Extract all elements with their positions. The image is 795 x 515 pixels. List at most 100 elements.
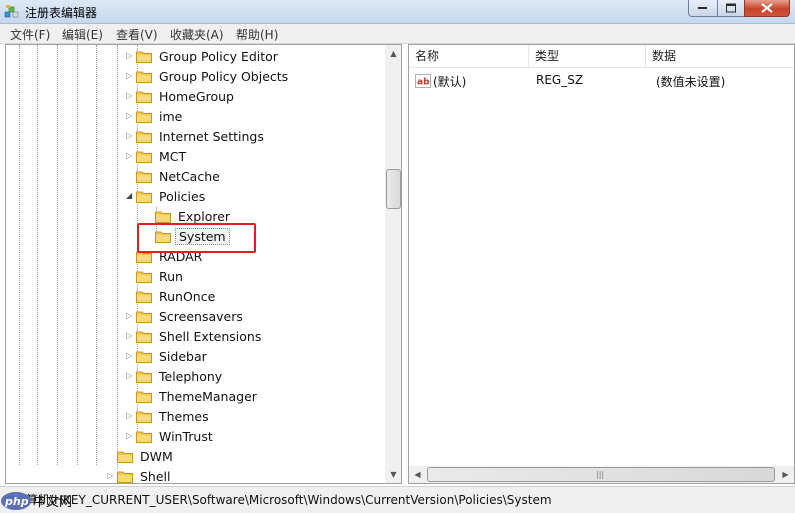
column-header-data[interactable]: 数据 <box>646 45 794 67</box>
window-title: 注册表编辑器 <box>25 6 98 20</box>
tree-item[interactable]: System <box>145 227 376 247</box>
tree-connector <box>145 211 155 221</box>
close-button[interactable] <box>744 0 790 17</box>
value-data: (数值未设置) <box>656 75 726 89</box>
value-list[interactable]: 名称 类型 数据 ab (默认) REG_SZ (数值未设置) ◀ ||| ▶ <box>408 44 795 484</box>
tree-item-label: Telephony <box>159 369 223 384</box>
maximize-button[interactable] <box>717 0 745 17</box>
tree-item[interactable]: ▷ Internet Settings <box>126 127 376 147</box>
tree-item-label: ThemeManager <box>159 389 257 404</box>
folder-icon <box>136 370 152 383</box>
tree-scrollbar[interactable]: ▲ ▼ <box>385 45 401 483</box>
scroll-down-icon[interactable]: ▼ <box>385 466 401 483</box>
folder-icon <box>136 170 152 183</box>
registry-tree[interactable]: ▷ Group Policy Editor ▷ Group Policy Object… <box>5 44 402 484</box>
folder-icon <box>136 290 152 303</box>
expand-arrow-icon[interactable]: ▷ <box>126 371 136 381</box>
tree-item-label: Policies <box>159 189 206 204</box>
tree-connector <box>126 171 136 181</box>
tree-item[interactable]: ◢ Policies <box>126 187 376 207</box>
tree-item[interactable]: ▷ Telephony <box>126 367 376 387</box>
tree-item[interactable]: ▷ Group Policy Editor <box>126 47 376 67</box>
tree-item-label: System <box>175 228 230 245</box>
status-path: 计算机\HKEY_CURRENT_USER\Software\Microsoft… <box>14 493 552 507</box>
folder-icon <box>136 270 152 283</box>
tree-item[interactable]: Run <box>126 267 376 287</box>
expand-arrow-icon[interactable]: ▷ <box>126 91 136 101</box>
tree-item[interactable]: ▷ Group Policy Objects <box>126 67 376 87</box>
tree-item[interactable]: ▷ MCT <box>126 147 376 167</box>
tree-item-label: NetCache <box>159 169 220 184</box>
tree-item[interactable]: ▷ Screensavers <box>126 307 376 327</box>
scroll-left-icon[interactable]: ◀ <box>409 466 426 483</box>
regedit-app-icon <box>4 4 19 19</box>
tree-item-label: Sidebar <box>159 349 207 364</box>
tree-item-label: Shell Extensions <box>159 329 262 344</box>
tree-item[interactable]: ▷ Sidebar <box>126 347 376 367</box>
tree-scroll-thumb[interactable] <box>386 169 401 209</box>
value-name: (默认) <box>433 75 467 89</box>
status-bar: 计算机\HKEY_CURRENT_USER\Software\Microsoft… <box>0 486 795 513</box>
menu-favorites[interactable]: 收藏夹(A) <box>170 26 224 43</box>
tree-item[interactable]: ThemeManager <box>126 387 376 407</box>
expand-arrow-icon[interactable]: ▷ <box>126 151 136 161</box>
tree-item[interactable]: Explorer <box>145 207 376 227</box>
menu-edit[interactable]: 编辑(E) <box>62 26 103 43</box>
tree-item[interactable]: RunOnce <box>126 287 376 307</box>
folder-icon <box>136 410 152 423</box>
tree-item-label: Run <box>159 269 183 284</box>
tree-item[interactable]: ▷ Shell <box>107 467 376 484</box>
title-bar[interactable]: 注册表编辑器 <box>0 0 795 24</box>
tree-item[interactable]: ▷ Themes <box>126 407 376 427</box>
tree-item-label: WinTrust <box>159 429 213 444</box>
expand-arrow-icon[interactable]: ▷ <box>126 71 136 81</box>
folder-icon <box>155 230 171 243</box>
folder-icon <box>136 50 152 63</box>
tree-item-label: RADAR <box>159 249 203 264</box>
svg-text:ab: ab <box>417 78 430 88</box>
tree-item-label: Screensavers <box>159 309 243 324</box>
tree-item-label: Themes <box>159 409 209 424</box>
tree-item[interactable]: RADAR <box>126 247 376 267</box>
expand-arrow-icon[interactable]: ▷ <box>107 471 117 481</box>
column-header-name[interactable]: 名称 <box>409 45 529 67</box>
expand-arrow-icon[interactable]: ▷ <box>126 311 136 321</box>
expand-arrow-icon[interactable]: ▷ <box>126 331 136 341</box>
list-hscrollbar[interactable]: ◀ ||| ▶ <box>409 466 794 483</box>
expand-arrow-icon[interactable]: ▷ <box>126 111 136 121</box>
tree-connector <box>126 271 136 281</box>
tree-item-label: DWM <box>140 449 173 464</box>
tree-item[interactable]: ▷ ime <box>126 107 376 127</box>
tree-item-label: Shell <box>140 469 171 484</box>
collapse-arrow-icon[interactable]: ◢ <box>126 191 136 201</box>
svg-text:中文网: 中文网 <box>33 495 72 510</box>
string-value-icon: ab <box>415 74 431 88</box>
tree-item[interactable]: ▷ Shell Extensions <box>126 327 376 347</box>
expand-arrow-icon[interactable]: ▷ <box>126 411 136 421</box>
scroll-up-icon[interactable]: ▲ <box>385 45 401 62</box>
list-scroll-thumb[interactable]: ||| <box>427 467 775 482</box>
tree-item-label: Group Policy Objects <box>159 69 289 84</box>
expand-arrow-icon[interactable]: ▷ <box>126 351 136 361</box>
menu-help[interactable]: 帮助(H) <box>236 26 278 43</box>
tree-item[interactable]: NetCache <box>126 167 376 187</box>
folder-icon <box>136 130 152 143</box>
tree-item[interactable]: ▷ WinTrust <box>126 427 376 447</box>
tree-connector <box>126 291 136 301</box>
menu-view[interactable]: 查看(V) <box>116 26 158 43</box>
expand-arrow-icon[interactable]: ▷ <box>126 431 136 441</box>
tree-item-label: Group Policy Editor <box>159 49 278 64</box>
expand-arrow-icon[interactable]: ▷ <box>126 131 136 141</box>
minimize-button[interactable] <box>688 0 718 17</box>
column-header-type[interactable]: 类型 <box>529 45 646 67</box>
folder-icon <box>136 90 152 103</box>
tree-item[interactable]: ▷ HomeGroup <box>126 87 376 107</box>
folder-icon <box>136 250 152 263</box>
folder-icon <box>136 110 152 123</box>
expand-arrow-icon[interactable]: ▷ <box>126 51 136 61</box>
tree-item[interactable]: DWM <box>107 447 376 467</box>
scroll-right-icon[interactable]: ▶ <box>777 466 794 483</box>
folder-icon <box>117 470 133 483</box>
tree-item-label: Internet Settings <box>159 129 264 144</box>
menu-file[interactable]: 文件(F) <box>10 26 50 43</box>
